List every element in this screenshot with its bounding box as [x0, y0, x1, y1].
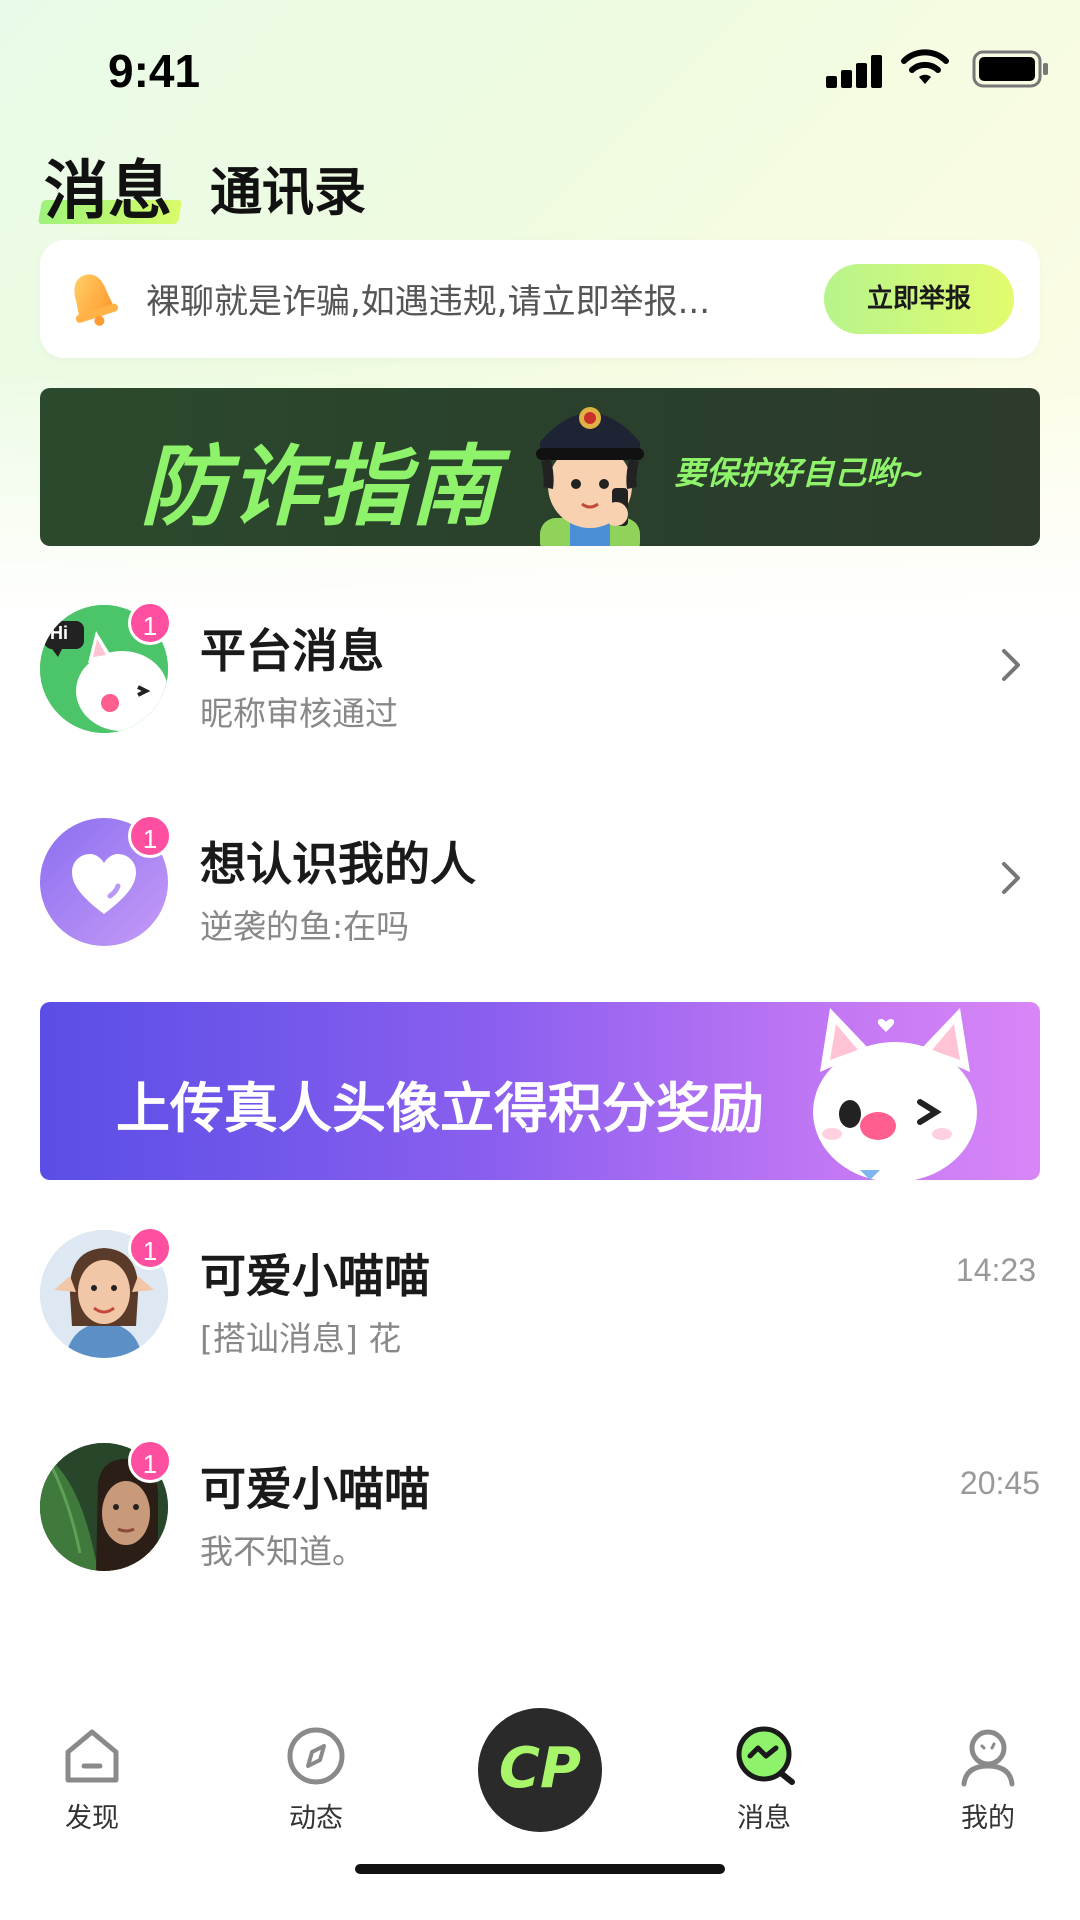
anti-fraud-banner[interactable]: 防诈指南 要保护好自己哟~ [40, 388, 1040, 546]
nav-mine[interactable]: 我的 [918, 1700, 1058, 1840]
chat-name: 可爱小喵喵 [200, 1462, 430, 1516]
chat-time: 20:45 [959, 1465, 1040, 1501]
nav-messages[interactable]: 消息 [694, 1700, 834, 1840]
cellular-signal-icon [826, 54, 882, 88]
promo-text: 上传真人头像立得积分奖励 [116, 1077, 764, 1140]
item-title: 平台消息 [200, 624, 384, 678]
notice-text: 裸聊就是诈骗,如遇违规,请立即举报... [146, 282, 711, 322]
fraud-banner-title: 防诈指南 [140, 435, 501, 538]
chat-time: 14:23 [955, 1252, 1036, 1288]
fraud-banner-subtitle: 要保护好自己哟~ [674, 454, 925, 492]
admirers-item[interactable]: 1 想认识我的人 逆袭的鱼:在吗 [0, 814, 1080, 948]
report-button[interactable]: 立即举报 [824, 264, 1014, 334]
chat-preview: [搭讪消息] 花 [200, 1319, 402, 1358]
chevron-right-icon [1002, 649, 1020, 681]
chat-row[interactable]: 1 可爱小喵喵 我不知道。 20:45 [0, 1439, 1080, 1573]
item-subtitle: 昵称审核通过 [200, 694, 398, 733]
home-icon [65, 1729, 119, 1783]
report-notice-card: 裸聊就是诈骗,如遇违规,请立即举报... 立即举报 [40, 240, 1040, 358]
chat-bubble-icon [736, 1726, 795, 1785]
profile-icon [961, 1729, 1015, 1787]
status-bar: 9:41 [0, 0, 1080, 140]
cp-logo-text: CP [498, 1736, 582, 1801]
tab-messages[interactable]: 消息 [44, 140, 172, 232]
nav-label: 消息 [737, 1803, 791, 1834]
chat-preview: 我不知道。 [200, 1532, 365, 1571]
cp-center-button[interactable]: CP [478, 1708, 602, 1832]
nav-discover[interactable]: 发现 [22, 1700, 162, 1840]
nav-label: 我的 [961, 1803, 1015, 1834]
battery-icon [972, 50, 1048, 88]
nav-label: 动态 [289, 1803, 343, 1834]
upload-avatar-promo-banner[interactable]: 上传真人头像立得积分奖励 [40, 1002, 1040, 1180]
nav-moments[interactable]: 动态 [246, 1700, 386, 1840]
mascot-cat-illustration [813, 1008, 977, 1180]
unread-badge: 1 [128, 1439, 172, 1483]
bell-icon [74, 274, 119, 326]
compass-icon [287, 1727, 345, 1785]
chat-row[interactable]: 1 可爱小喵喵 [搭讪消息] 花 14:23 [0, 1226, 1080, 1360]
chevron-right-icon [1002, 862, 1020, 894]
chat-name: 可爱小喵喵 [200, 1249, 430, 1303]
item-subtitle: 逆袭的鱼:在吗 [200, 907, 410, 946]
unread-badge: 1 [128, 814, 172, 858]
bottom-navigation: 发现 动态 CP 消息 我的 [0, 1700, 1080, 1920]
item-title: 想认识我的人 [200, 837, 476, 891]
police-officer-illustration [536, 407, 644, 546]
status-time: 9:41 [108, 45, 201, 97]
unread-badge: 1 [128, 1226, 172, 1270]
tab-contacts[interactable]: 通讯录 [210, 150, 366, 225]
home-indicator [355, 1864, 725, 1874]
hi-bubble-text: Hi [50, 623, 68, 643]
nav-label: 发现 [65, 1803, 119, 1834]
wifi-icon [901, 49, 949, 84]
unread-badge: 1 [128, 601, 172, 645]
platform-message-item[interactable]: Hi 1 平台消息 昵称审核通过 [0, 601, 1080, 735]
